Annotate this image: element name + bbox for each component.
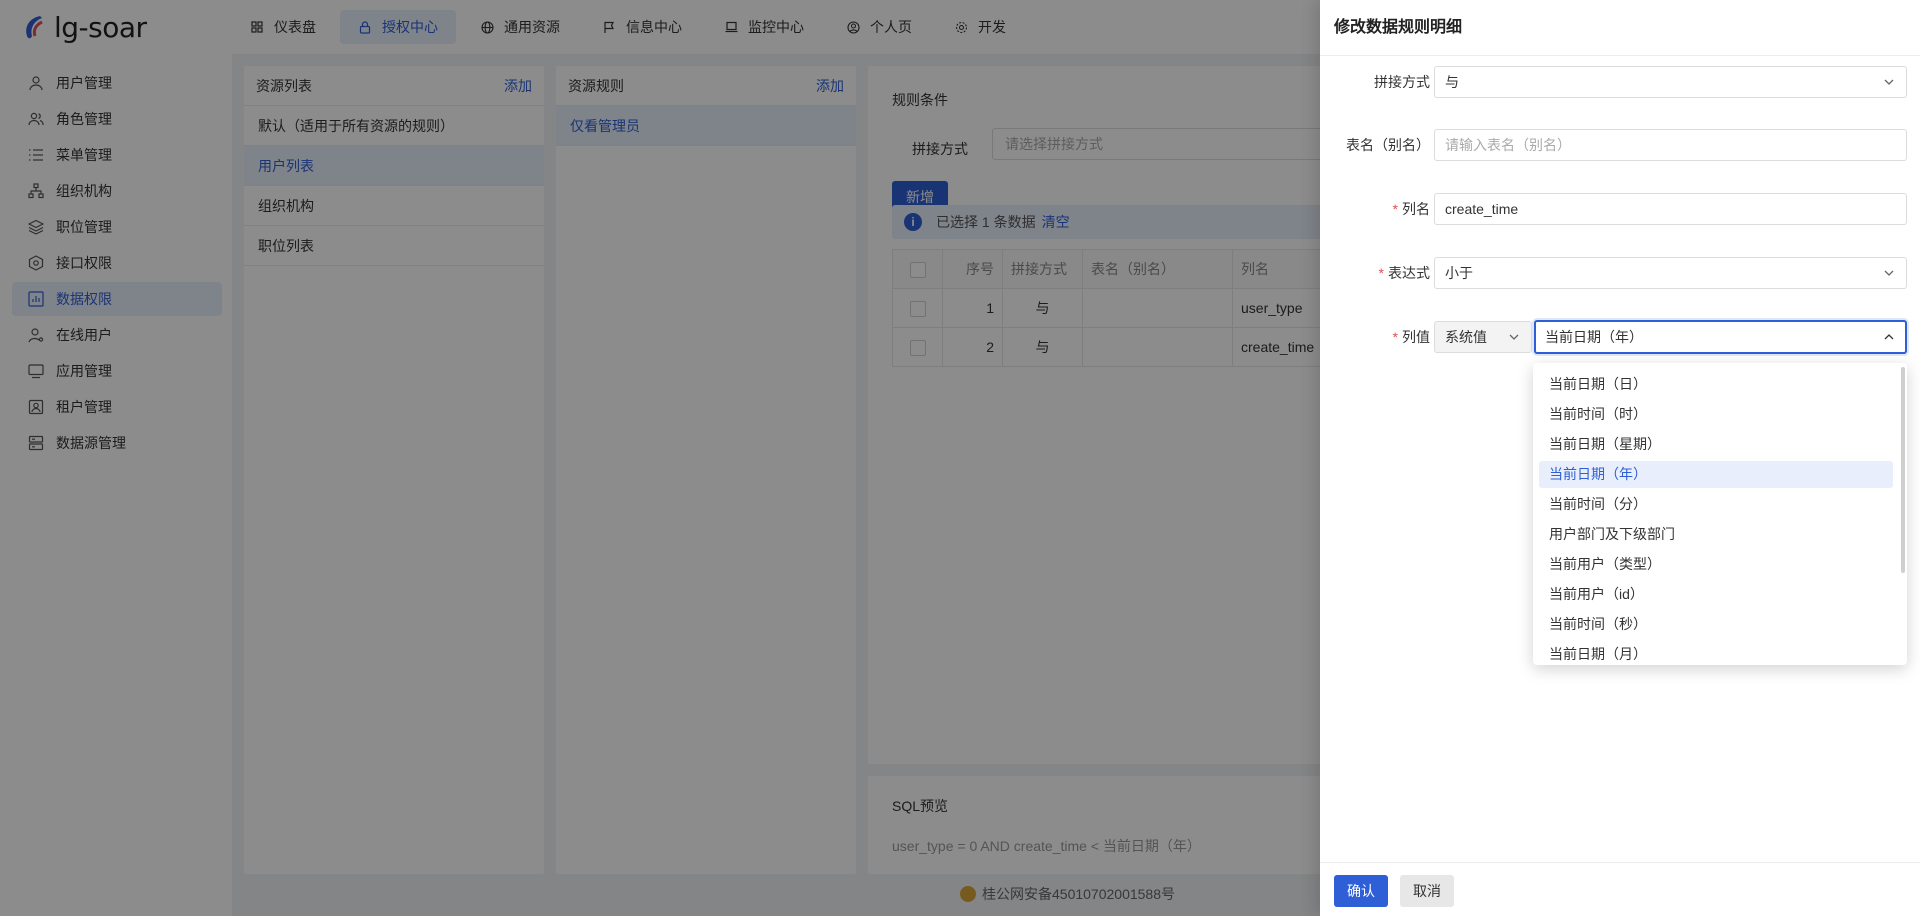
dropdown-option[interactable]: 当前日期（星期） [1539,431,1893,458]
drawer-footer: 确认 取消 [1320,862,1920,916]
cancel-button[interactable]: 取消 [1400,875,1454,907]
required-mark: * [1392,329,1398,345]
form-row-value: * 列值 系统值 当前日期（年） [1320,320,1920,354]
dropdown-option[interactable]: 当前用户（类型） [1539,551,1893,578]
join-select[interactable]: 与 [1434,66,1907,98]
value-type-select-value: 系统值 [1445,329,1487,345]
table-alias-label: 表名（别名） [1346,137,1430,153]
join-label: 拼接方式 [1374,74,1430,90]
form-row-expression: * 表达式 小于 [1320,256,1920,290]
form-row-join: 拼接方式 与 [1320,65,1920,99]
system-value-select-value: 当前日期（年） [1545,329,1643,345]
value-type-select[interactable]: 系统值 [1434,321,1532,353]
table-alias-input[interactable]: 请输入表名（别名） [1434,129,1907,161]
column-name-input[interactable]: create_time [1434,193,1907,225]
drawer-title: 修改数据规则明细 [1320,0,1920,56]
dropdown-option[interactable]: 当前时间（分） [1539,491,1893,518]
expression-label: * 表达式 [1379,256,1430,290]
chevron-up-icon [1884,334,1894,340]
dropdown-option-selected[interactable]: 当前日期（年） [1539,461,1893,488]
join-select-value: 与 [1445,74,1459,90]
required-mark: * [1378,265,1384,281]
column-value-label-text: 列值 [1402,329,1430,345]
dropdown-option[interactable]: 当前时间（秒） [1539,611,1893,638]
form-row-column: * 列名 create_time [1320,192,1920,226]
dropdown-option[interactable]: 当前日期（月） [1539,641,1893,665]
dropdown-option[interactable]: 当前时间（时） [1539,401,1893,428]
dropdown-scrollbar[interactable] [1901,367,1905,573]
expression-label-text: 表达式 [1388,265,1430,281]
confirm-button[interactable]: 确认 [1334,875,1388,907]
dropdown-option[interactable]: 用户部门及下级部门 [1539,521,1893,548]
expression-select[interactable]: 小于 [1434,257,1907,289]
dropdown-option[interactable]: 当前日期（日） [1539,371,1893,398]
column-value-label: * 列值 [1393,320,1430,354]
dropdown-option[interactable]: 当前用户（id） [1539,581,1893,608]
chevron-down-icon [1884,79,1894,85]
required-mark: * [1392,201,1398,217]
expression-select-value: 小于 [1445,265,1473,281]
system-value-dropdown: 当前日期（日） 当前时间（时） 当前日期（星期） 当前日期（年） 当前时间（分）… [1533,363,1907,665]
form-row-table: 表名（别名） 请输入表名（别名） [1320,128,1920,162]
column-name-label-text: 列名 [1402,201,1430,217]
system-value-select[interactable]: 当前日期（年） [1534,320,1907,354]
chevron-down-icon [1509,334,1519,340]
chevron-down-icon [1884,270,1894,276]
column-name-label: * 列名 [1393,192,1430,226]
